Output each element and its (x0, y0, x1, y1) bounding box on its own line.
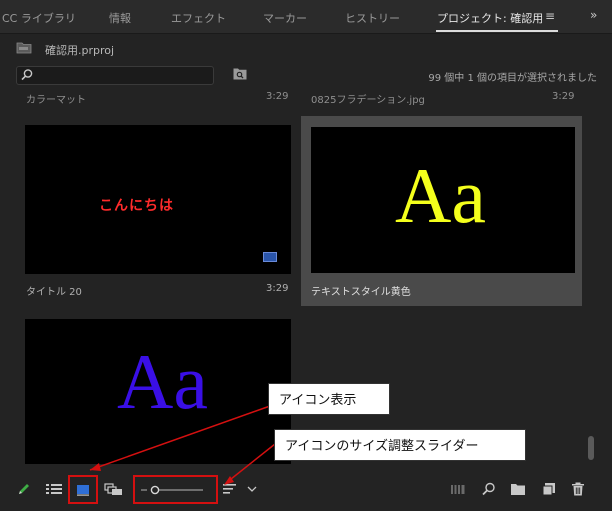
arrowhead-icon-view (90, 463, 101, 471)
arrow-icon-view (89, 405, 271, 471)
callout-icon-view: アイコン表示 (268, 383, 390, 415)
callout-size-slider: アイコンのサイズ調整スライダー (274, 429, 526, 461)
arrow-size-slider (225, 443, 276, 484)
